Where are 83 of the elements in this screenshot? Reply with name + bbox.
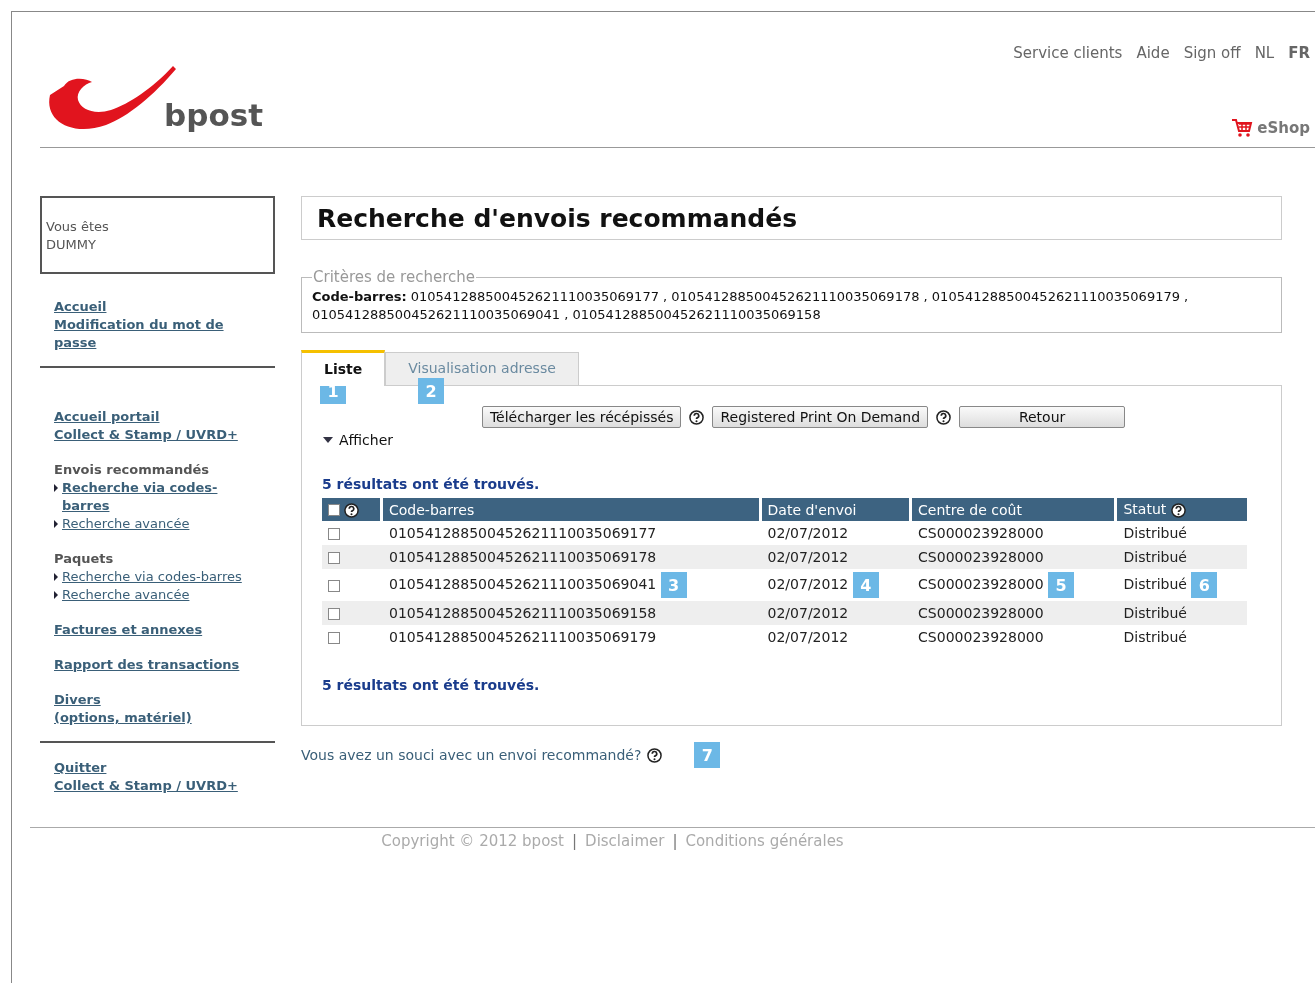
row-checkbox[interactable] xyxy=(328,608,340,620)
sidebar-link[interactable]: Factures et annexes xyxy=(54,621,203,639)
show-toggle[interactable]: Afficher xyxy=(322,432,394,448)
triangle-icon xyxy=(54,591,58,599)
criteria-legend: Critères de recherche xyxy=(312,268,476,286)
step-marker: 3 xyxy=(660,572,687,598)
select-all-checkbox[interactable] xyxy=(328,504,340,517)
action-button[interactable]: Retour xyxy=(959,406,1126,428)
action-button[interactable]: Registered Print On Demand xyxy=(712,406,929,428)
sidebar-sublink[interactable]: Recherche via codes-barres xyxy=(62,568,242,586)
table-cell: CS000023928000 xyxy=(918,629,1044,645)
sidebar-link[interactable]: Accueil xyxy=(54,298,107,316)
step-marker: 5 xyxy=(1048,572,1075,598)
triangle-icon xyxy=(54,573,58,581)
help-icon[interactable] xyxy=(647,747,663,763)
triangle-icon xyxy=(54,520,58,528)
row-checkbox[interactable] xyxy=(328,580,340,592)
sidebar-heading: Paquets xyxy=(54,550,114,568)
triangle-icon xyxy=(54,484,58,492)
step-marker: 2 xyxy=(418,378,444,404)
action-button[interactable]: Télécharger les récépissés xyxy=(481,406,682,428)
results-count: 5 résultats ont été trouvés. xyxy=(322,476,541,492)
logo-text: bpost xyxy=(164,97,263,133)
table-cell: Distribué xyxy=(1123,549,1187,565)
sidebar-link[interactable]: Collect & Stamp / UVRD+ xyxy=(54,426,238,444)
sidebar-link[interactable]: Rapport des transactions xyxy=(54,656,240,674)
criteria-text: Code-barres: 010541288500452621110035069177 , 010541288500452621110035069178 , 010541288500452621110035069179 , 010541288500452621110035069041 , 010541288500452621110035069158 xyxy=(312,288,1190,324)
table-cell: CS000023928000 xyxy=(918,525,1044,541)
user-label: Vous êtes xyxy=(46,218,110,236)
step-marker: 4 xyxy=(852,572,879,598)
row-checkbox[interactable] xyxy=(328,632,340,644)
sidebar-sublink[interactable]: Recherche via codes-barres xyxy=(62,479,251,515)
results-count: 5 résultats ont été trouvés. xyxy=(322,677,541,693)
help-icon[interactable] xyxy=(1170,502,1186,518)
table-cell: Distribué xyxy=(1123,629,1187,645)
language-link[interactable]: NL xyxy=(1254,44,1275,62)
header-link[interactable]: Service clients xyxy=(1013,44,1123,62)
help-icon[interactable] xyxy=(689,409,705,425)
sidebar-link[interactable]: Collect & Stamp / UVRD+ xyxy=(54,777,238,795)
language-link[interactable]: FR xyxy=(1288,44,1310,62)
tab[interactable]: Liste xyxy=(301,350,386,386)
sidebar-link[interactable]: Accueil portail xyxy=(54,408,160,426)
user-name: DUMMY xyxy=(46,236,97,254)
sidebar-link[interactable]: (options, matériel) xyxy=(54,709,192,727)
table-cell: 02/07/2012 xyxy=(767,576,849,592)
table-cell: Distribué xyxy=(1123,525,1187,541)
step-marker: 7 xyxy=(694,742,721,768)
table-cell: 010541288500452621110035069158 xyxy=(389,605,657,621)
sidebar-link[interactable]: Modification du mot de passe xyxy=(54,316,251,352)
help-icon[interactable] xyxy=(936,409,952,425)
table-cell: 02/07/2012 xyxy=(767,549,849,565)
step-marker: 6 xyxy=(1191,572,1218,598)
table-cell: 02/07/2012 xyxy=(767,605,849,621)
header-link[interactable]: Sign off xyxy=(1183,44,1241,62)
sidebar-link[interactable]: Quitter xyxy=(54,759,107,777)
cart-icon[interactable] xyxy=(1231,118,1254,138)
row-checkbox[interactable] xyxy=(328,552,340,564)
table-cell: 010541288500452621110035069178 xyxy=(389,549,657,565)
table-cell: Distribué xyxy=(1123,605,1187,621)
page-title: Recherche d'envois recommandés xyxy=(301,196,1282,240)
table-cell: 010541288500452621110035069041 xyxy=(389,576,657,592)
table-cell: CS000023928000 xyxy=(918,605,1044,621)
table-cell: Distribué xyxy=(1123,576,1187,592)
eshop-link[interactable]: eShop xyxy=(1257,119,1310,137)
sidebar-link[interactable]: Divers xyxy=(54,691,101,709)
help-icon[interactable] xyxy=(344,502,360,518)
table-cell: CS000023928000 xyxy=(918,576,1044,592)
table-cell: 010541288500452621110035069177 xyxy=(389,525,657,541)
table-cell: 02/07/2012 xyxy=(767,629,849,645)
sidebar-sublink[interactable]: Recherche avancée xyxy=(62,586,190,604)
help-question[interactable]: Vous avez un souci avec un envoi recommandé? xyxy=(301,747,642,763)
table-cell: CS000023928000 xyxy=(918,549,1044,565)
footer-separator: | xyxy=(572,832,578,850)
sidebar-sublink[interactable]: Recherche avancée xyxy=(62,515,190,533)
sidebar-heading: Envois recommandés xyxy=(54,461,210,479)
column-header[interactable]: Code-barres xyxy=(383,498,762,521)
header-link[interactable]: Aide xyxy=(1136,44,1170,62)
footer-separator: | xyxy=(672,832,678,850)
row-checkbox[interactable] xyxy=(328,528,340,540)
table-cell: 010541288500452621110035069179 xyxy=(389,629,657,645)
column-header[interactable]: Statut xyxy=(1117,498,1247,521)
triangle-icon xyxy=(322,436,334,444)
table-cell: 02/07/2012 xyxy=(767,525,849,541)
